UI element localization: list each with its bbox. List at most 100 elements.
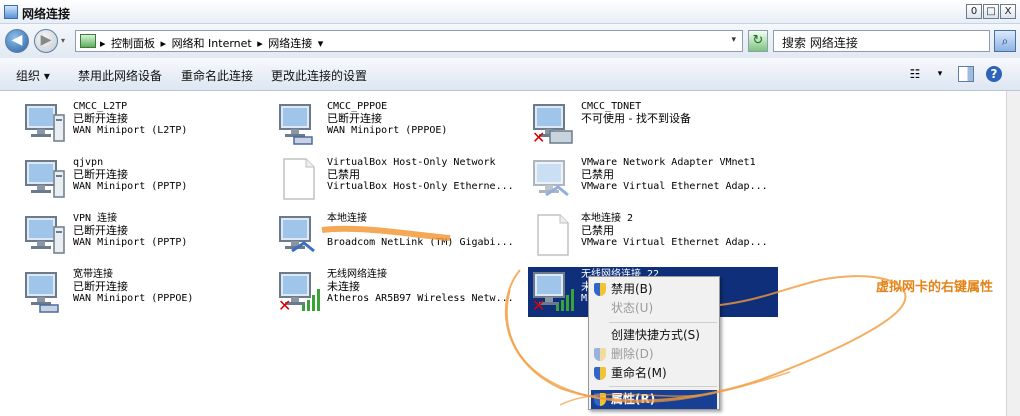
help-icon[interactable]: ? — [986, 66, 1002, 82]
crumb-separator-icon: ▸ — [100, 37, 106, 50]
minimize-button[interactable]: 0 — [966, 4, 982, 19]
lan-connected-icon — [274, 211, 322, 259]
close-button[interactable]: X — [1000, 4, 1016, 19]
view-dropdown-icon[interactable]: ▾ — [934, 66, 946, 82]
connection-text: 本地连接 Broadcom NetLink (TM) Gigabi... — [327, 213, 514, 249]
connection-device: WAN Miniport (PPTP) — [73, 181, 188, 192]
recent-pages-dropdown[interactable]: ▾ — [61, 36, 65, 45]
connection-text: CMCC_TDNET 不可使用 - 找不到设备 — [581, 101, 691, 137]
broadband-connection-icon — [274, 99, 322, 147]
connection-device: WAN Miniport (PPTP) — [73, 237, 188, 248]
menu-item-label: 禁用(B) — [611, 282, 653, 296]
address-bar[interactable]: ▸ 控制面板 ▸ 网络和 Internet ▸ 网络连接 ▾ ▾ — [75, 30, 743, 52]
annotation-text: 虚拟网卡的右键属性 — [876, 280, 994, 295]
crumb-control-panel[interactable]: 控制面板 — [111, 37, 155, 50]
connection-item[interactable]: 宽带连接 已断开连接 WAN Miniport (PPPOE) — [20, 267, 270, 317]
connection-item[interactable]: qjvpn 已断开连接 WAN Miniport (PPTP) — [20, 155, 270, 205]
menu-item-label: 删除(D) — [611, 347, 654, 361]
connection-status: 不可使用 - 找不到设备 — [581, 112, 691, 125]
address-dropdown-icon[interactable]: ▾ — [731, 35, 736, 45]
connection-device: WAN Miniport (PPPOE) — [327, 125, 448, 136]
connection-device: VMware Virtual Ethernet Adap... — [581, 237, 768, 248]
connection-status: 已断开连接 — [73, 168, 128, 181]
vpn-connection-icon — [20, 211, 68, 259]
connection-item[interactable]: VMware Network Adapter VMnet1 已禁用 VMware V… — [528, 155, 778, 205]
connection-text: qjvpn 已断开连接 WAN Miniport (PPTP) — [73, 157, 187, 193]
address-row: ◀ ▶ ▾ ▸ 控制面板 ▸ 网络和 Internet ▸ 网络连接 ▾ ▾ ↻… — [0, 24, 1020, 58]
breadcrumb: ▸ 控制面板 ▸ 网络和 Internet ▸ 网络连接 ▾ — [100, 35, 325, 51]
menu-item-label: 创建快捷方式(S) — [611, 328, 700, 342]
maximize-button[interactable]: □ — [983, 4, 999, 19]
connection-text: VMware Network Adapter VMnet1 已禁用 VMware V… — [581, 157, 768, 193]
preview-pane-icon[interactable] — [958, 66, 974, 82]
crumb-network-internet[interactable]: 网络和 Internet — [172, 37, 252, 50]
connection-text: CMCC_L2TP 已断开连接 WAN Miniport (L2TP) — [73, 101, 187, 137]
vpn-connection-icon — [20, 155, 68, 203]
connection-item[interactable]: ✕ 无线网络连接 未连接 Atheros AR5B97 Wireless Netw..… — [274, 267, 524, 317]
uac-shield-icon — [594, 393, 606, 406]
menu-item-label: 属性(R) — [611, 392, 656, 406]
connection-device: Atheros AR5B97 Wireless Netw... — [327, 293, 514, 304]
vertical-scrollbar[interactable] — [1006, 91, 1020, 416]
menu-item-label: 状态(U) — [611, 301, 654, 315]
connection-text: 无线网络连接 未连接 Atheros AR5B97 Wireless Netw... — [327, 269, 514, 305]
menu-item-rename[interactable]: 重命名(M) — [591, 364, 717, 383]
connection-device: Broadcom NetLink (TM) Gigabi... — [327, 237, 514, 248]
connection-item[interactable]: ✕ CMCC_TDNET 不可使用 - 找不到设备 — [528, 99, 778, 149]
error-x-icon: ✕ — [532, 296, 546, 315]
menu-item-label: 重命名(M) — [611, 366, 667, 380]
connection-text: CMCC_PPPOE 已断开连接 WAN Miniport (PPPOE) — [327, 101, 447, 137]
error-x-icon: ✕ — [278, 296, 292, 315]
connection-item[interactable]: 本地连接 2 已禁用 VMware Virtual Ethernet Adap... — [528, 211, 778, 261]
connection-item[interactable]: CMCC_L2TP 已断开连接 WAN Miniport (L2TP) — [20, 99, 270, 149]
network-connections-icon — [4, 5, 18, 19]
connection-device — [581, 125, 691, 137]
error-x-icon: ✕ — [532, 128, 546, 147]
menu-separator — [609, 386, 717, 387]
context-menu: 禁用(B) 状态(U) 创建快捷方式(S) 删除(D) 重命名(M) 属性(R) — [588, 276, 720, 410]
change-settings-button[interactable]: 更改此连接的设置 — [271, 67, 367, 84]
connection-item[interactable]: VirtualBox Host-Only Network 已禁用 VirtualBo… — [274, 155, 524, 205]
menu-separator — [609, 322, 717, 323]
search-button[interactable]: ⌕ — [994, 30, 1016, 52]
crumb-separator-icon: ▸ — [257, 37, 263, 50]
connection-name: 本地连接 — [327, 213, 367, 224]
organize-menu[interactable]: 组织 ▾ — [16, 67, 50, 84]
crumb-dropdown-icon[interactable]: ▾ — [318, 37, 324, 50]
blank-document-icon — [528, 211, 576, 259]
blank-document-icon — [274, 155, 322, 203]
control-panel-icon — [80, 34, 96, 48]
view-options-icon[interactable]: ☷ — [906, 66, 924, 82]
connection-status: 未连接 — [327, 280, 360, 293]
forward-button[interactable]: ▶ — [34, 29, 58, 53]
lan-disabled-icon — [528, 155, 576, 203]
menu-item-disable[interactable]: 禁用(B) — [591, 280, 717, 299]
connection-text: VirtualBox Host-Only Network 已禁用 VirtualBo… — [327, 157, 514, 193]
back-button[interactable]: ◀ — [5, 29, 29, 53]
menu-item-properties[interactable]: 属性(R) — [591, 390, 717, 409]
connection-text: 本地连接 2 已禁用 VMware Virtual Ethernet Adap... — [581, 213, 768, 249]
connection-status: 已断开连接 — [73, 112, 128, 125]
crumb-network-connections[interactable]: 网络连接 — [268, 37, 312, 50]
command-bar: 组织 ▾ 禁用此网络设备 重命名此连接 更改此连接的设置 ☷ ▾ ? — [0, 58, 1020, 91]
menu-item-create-shortcut[interactable]: 创建快捷方式(S) — [591, 326, 717, 345]
connection-status: 已禁用 — [581, 224, 614, 237]
title-bar: 网络连接 0 □ X — [0, 0, 1020, 24]
connection-device: VMware Virtual Ethernet Adap... — [581, 181, 768, 192]
connection-status: 已禁用 — [327, 168, 360, 181]
menu-item-delete: 删除(D) — [591, 345, 717, 364]
uac-shield-icon — [594, 367, 606, 380]
search-input[interactable]: 搜索 网络连接 — [773, 30, 990, 52]
connection-item[interactable]: CMCC_PPPOE 已断开连接 WAN Miniport (PPPOE) — [274, 99, 524, 149]
menu-item-status: 状态(U) — [591, 299, 717, 318]
disable-device-button[interactable]: 禁用此网络设备 — [78, 67, 162, 84]
connection-status — [327, 225, 514, 237]
connections-list: CMCC_L2TP 已断开连接 WAN Miniport (L2TP) CMCC_PP… — [0, 91, 1006, 416]
refresh-button[interactable]: ↻ — [748, 30, 768, 52]
rename-connection-button[interactable]: 重命名此连接 — [181, 67, 253, 84]
connection-item[interactable]: VPN 连接 已断开连接 WAN Miniport (PPTP) — [20, 211, 270, 261]
connection-item[interactable]: 本地连接 Broadcom NetLink (TM) Gigabi... — [274, 211, 524, 261]
uac-shield-icon — [594, 348, 606, 361]
connection-device: VirtualBox Host-Only Etherne... — [327, 181, 514, 192]
connection-status: 已断开连接 — [73, 224, 128, 237]
